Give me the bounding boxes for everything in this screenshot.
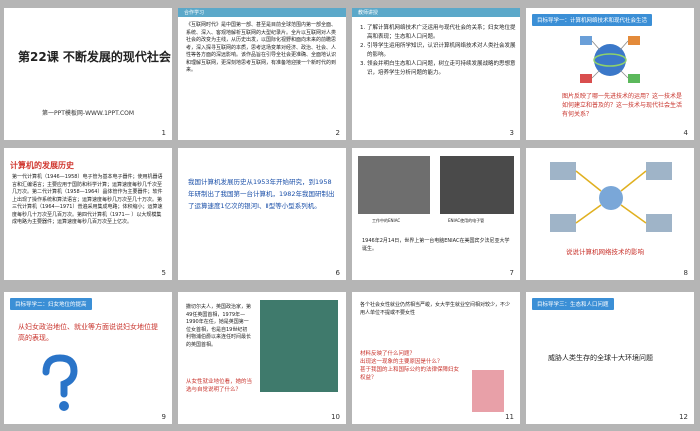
slide-7[interactable]: 工作中的ENIAC ENIAC使用的电子管 1946年2月14日，世界上第一台电…	[352, 148, 520, 280]
slide-3[interactable]: 教师讲授 了解计算机网络技术广泛运用与现代社会的关系；妇女地位提高和表现；生态和…	[352, 8, 520, 140]
slide-body: 威胁人类生存的全球十大环境问题	[548, 354, 653, 362]
eniac-photo	[358, 156, 430, 214]
question-1: 材料反映了什么问题？	[360, 351, 416, 357]
slide-caption: 说说计算机网络技术的影响	[566, 248, 644, 256]
goal-heading: 目标导学二：妇女地位的提高	[10, 298, 92, 310]
network-globe-image	[578, 32, 642, 88]
slide-tag: 合作学习	[184, 10, 205, 16]
objective-item: 领会并明白生态和人口问题，树立走可持续发展战略的思想意识，培养学生分析问题的能力…	[367, 60, 519, 78]
slide-body: 撒切尔夫人，英国政治家，第49任英国首相，1979年—1990年在任，她是英国第…	[186, 304, 252, 348]
computer-network-image	[546, 158, 676, 238]
slide-credit: 第一PPT模板网-WWW.1PPT.COM	[42, 110, 135, 117]
goal-heading: 目标导学一：计算机网络技术和现代社会生活	[532, 14, 653, 26]
page-number: 6	[335, 269, 340, 277]
guiding-questions: 图片反映了哪一先进技术的运用？这一技术是如何建立和普及的？这一技术与现代社会生活…	[562, 93, 683, 118]
page-number: 4	[683, 129, 688, 137]
page-number: 5	[161, 269, 166, 277]
page-number: 3	[509, 129, 514, 137]
goal-heading: 目标导学三：生态和人口问题	[532, 298, 614, 310]
slide-tag: 教师讲授	[358, 10, 379, 16]
objective-item: 了解计算机网络技术广泛运用与现代社会的关系；妇女地位提高和表现；生态和人口问题。	[367, 24, 519, 42]
slide-1[interactable]: 第22课 不断发展的现代社会 第一PPT模板网-WWW.1PPT.COM 1	[4, 8, 172, 140]
slide-body: 各个社会女性就业仍然相当严峻，女大学生就业空间相对较少，不少用人单位不提或不要女…	[360, 302, 511, 316]
page-number: 10	[331, 413, 340, 421]
slide-body: 从妇女政治地位、就业等方面说说妇女地位提高的表现。	[18, 323, 158, 342]
slide-title: 计算机的发展历史	[10, 161, 74, 170]
slide-4[interactable]: 目标导学一：计算机网络技术和现代社会生活 图片反映了哪一先进技术的运用？这一技术…	[526, 8, 694, 140]
page-number: 12	[679, 413, 688, 421]
page-number: 7	[509, 269, 514, 277]
slide-8[interactable]: 说说计算机网络技术的影响 8	[526, 148, 694, 280]
page-number: 2	[335, 129, 340, 137]
page-number: 1	[161, 129, 166, 137]
slide-12[interactable]: 目标导学三：生态和人口问题 威胁人类生存的全球十大环境问题 12	[526, 292, 694, 424]
question-3: 甚于我国的上和国际公约的法律保障妇女权益？	[360, 367, 460, 381]
thatcher-portrait	[260, 300, 338, 392]
slide-10[interactable]: 撒切尔夫人，英国政治家，第49任英国首相，1979年—1990年在任，她是英国第…	[178, 292, 346, 424]
question-mark-figure	[34, 354, 84, 414]
slide-6[interactable]: 我国计算机发展历史从1953年开始研究，到1958年研制出了我国第一台计算机，1…	[178, 148, 346, 280]
slide-5[interactable]: 计算机的发展历史 第一代计算机（1946—1958）电子管为基本电子器件；使用机…	[4, 148, 172, 280]
slide-9[interactable]: 目标导学二：妇女地位的提高 从妇女政治地位、就业等方面说说妇女地位提高的表现。 …	[4, 292, 172, 424]
page-number: 11	[505, 413, 514, 421]
objective-list: 了解计算机网络技术广泛运用与现代社会的关系；妇女地位提高和表现；生态和人口问题。…	[358, 24, 519, 78]
slide-2[interactable]: 合作学习 《互联网时代》是中国第一部、甚至是目前全球范围内第一部全面、系统、深入…	[178, 8, 346, 140]
slide-body: 我国计算机发展历史从1953年开始研究，到1958年研制出了我国第一台计算机，1…	[188, 178, 335, 210]
slide-11[interactable]: 各个社会女性就业仍然相当严峻，女大学生就业空间相对较少，不少用人单位不提或不要女…	[352, 292, 520, 424]
slide-body: 1946年2月14日，世界上第一台电脑ENIAC在美国宾夕法尼亚大学诞生。	[362, 238, 510, 252]
slide-title: 第22课 不断发展的现代社会	[18, 50, 171, 64]
page-number: 9	[161, 413, 166, 421]
page-number: 8	[683, 269, 688, 277]
guiding-question: 从女性就业地位看，她的当选与自觉说明了什么？	[186, 379, 253, 393]
question-2: 出现这一现象的主要原因是什么？	[360, 359, 443, 365]
figure-image	[472, 370, 504, 412]
slide-body: 《互联网时代》是中国第一部、甚至是目前全球范围内第一部全面、系统、深入、客观地解…	[186, 22, 337, 73]
slide-header-bar: 教师讲授	[352, 8, 520, 17]
photo-caption: ENIAC使用的电子管	[448, 218, 485, 223]
objective-item: 引导学生运用所学知识，认识计算机网络技术对人类社会发展的影响。	[367, 42, 519, 60]
photo-caption: 工作中的ENIAC	[372, 218, 401, 223]
vacuum-tube-photo	[440, 156, 514, 214]
slide-body: 第一代计算机（1946—1958）电子管为基本电子器件；使用机器语言和汇编语言；…	[12, 174, 163, 225]
slide-header-bar: 合作学习	[178, 8, 346, 17]
